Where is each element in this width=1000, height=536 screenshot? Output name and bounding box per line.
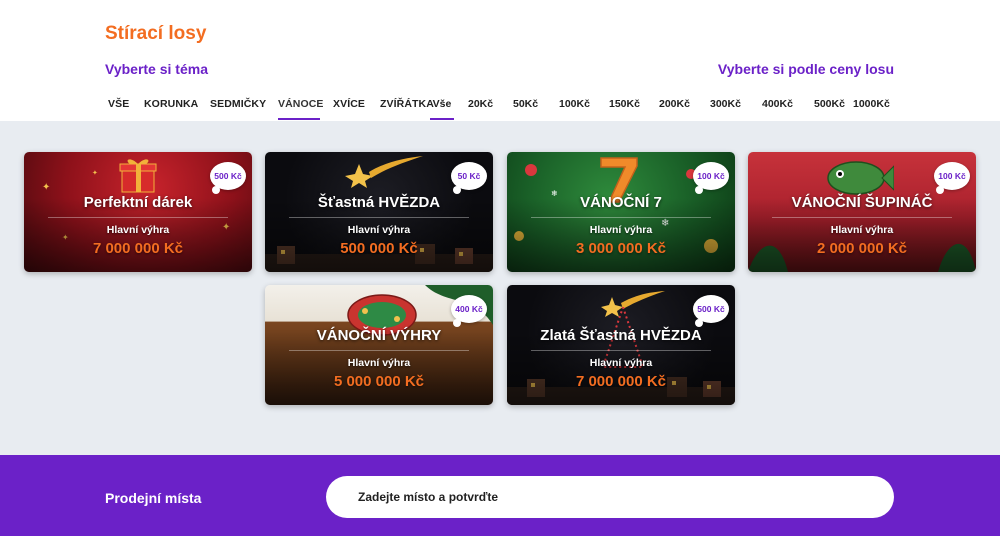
ticket-card-vanocni-supinac[interactable]: VÁNOČNÍ ŠUPINÁČ Hlavní výhra 2 000 000 K…: [748, 152, 976, 272]
location-search-input[interactable]: [326, 476, 894, 518]
ticket-card-zlata-stastna-hvezda[interactable]: Zlatá Šťastná HVĚZDA Hlavní výhra 7 000 …: [507, 285, 735, 405]
price-tab-50[interactable]: 50Kč: [513, 98, 538, 120]
price-tab-100[interactable]: 100Kč: [559, 98, 590, 120]
tab-vanoce[interactable]: VÁNOCE: [278, 98, 323, 120]
tab-xvice[interactable]: XVÍCE: [333, 98, 365, 120]
prize-label: Hlavní výhra: [106, 224, 170, 236]
price-badge: 500 Kč: [210, 162, 246, 194]
svg-text:✦: ✦: [92, 169, 98, 177]
prize-label: Hlavní výhra: [589, 224, 653, 236]
card-title: Perfektní dárek: [83, 194, 193, 211]
price-tab-1000[interactable]: 1000Kč: [853, 98, 890, 120]
svg-text:✦: ✦: [42, 182, 50, 193]
price-badge: 400 Kč: [451, 295, 487, 327]
carp-fish-icon: [827, 161, 894, 195]
card-title: VÁNOČNÍ VÝHRY: [316, 327, 442, 344]
price-tab-all[interactable]: Vše: [430, 98, 454, 120]
theme-heading: Vyberte si téma: [105, 61, 208, 77]
prize-value: 7 000 000 Kč: [92, 240, 184, 257]
shooting-star-icon: [345, 156, 423, 188]
header: Stírací losy Vyberte si téma Vyberte si …: [0, 0, 1000, 121]
ticket-card-vanocni-vyhry[interactable]: VÁNOČNÍ VÝHRY Hlavní výhra 5 000 000 Kč …: [265, 285, 493, 405]
tab-zviratka[interactable]: ZVÍŘÁTKA: [380, 98, 434, 120]
card-divider: [531, 217, 711, 218]
tab-sedmicky[interactable]: SEDMIČKY: [210, 98, 266, 120]
prize-label: Hlavní výhra: [347, 357, 411, 369]
prize-value: 5 000 000 Kč: [333, 373, 425, 390]
prize-value: 500 000 Kč: [340, 240, 418, 257]
ticket-card-vanocni-7[interactable]: ❄ ❄ VÁNOČNÍ 7 Hlavní výhra 3 000 000 Kč …: [507, 152, 735, 272]
price-heading: Vyberte si podle ceny losu: [717, 61, 894, 77]
prize-value: 7 000 000 Kč: [575, 373, 667, 390]
price-tab-300[interactable]: 300Kč: [710, 98, 741, 120]
prize-value: 3 000 000 Kč: [575, 240, 667, 257]
price-badge: 50 Kč: [451, 162, 487, 194]
prize-label: Hlavní výhra: [830, 224, 894, 236]
card-title: VÁNOČNÍ ŠUPINÁČ: [791, 194, 933, 211]
price-badge: 100 Kč: [934, 162, 970, 194]
page-title: Stírací losy: [105, 23, 207, 44]
prize-label: Hlavní výhra: [347, 224, 411, 236]
price-tab-400[interactable]: 400Kč: [762, 98, 793, 120]
ticket-grid: ✦ ✦ ✦ ✦ ✦ Perfektní dárek Hlavní výhra 7…: [0, 121, 1000, 455]
price-tab-150[interactable]: 150Kč: [609, 98, 640, 120]
sales-points-label: Prodejní místa: [105, 490, 202, 506]
card-divider: [48, 217, 228, 218]
card-title: Zlatá Šťastná HVĚZDA: [540, 327, 702, 344]
ticket-card-perfektni-darek[interactable]: ✦ ✦ ✦ ✦ ✦ Perfektní dárek Hlavní výhra 7…: [24, 152, 252, 272]
tab-vse[interactable]: VŠE: [108, 98, 129, 120]
filter-tabs: VŠE KORUNKA SEDMIČKY VÁNOCE XVÍCE ZVÍŘÁT…: [0, 98, 1000, 122]
card-divider: [289, 350, 469, 351]
card-divider: [531, 350, 711, 351]
footer: Prodejní místa: [0, 455, 1000, 536]
price-tab-500[interactable]: 500Kč: [814, 98, 845, 120]
card-title: VÁNOČNÍ 7: [580, 194, 662, 211]
price-tab-20[interactable]: 20Kč: [468, 98, 493, 120]
prize-value: 2 000 000 Kč: [816, 240, 908, 257]
prize-label: Hlavní výhra: [589, 357, 653, 369]
card-title: Šťastná HVĚZDA: [317, 194, 441, 211]
price-tab-200[interactable]: 200Kč: [659, 98, 690, 120]
tab-korunka[interactable]: KORUNKA: [144, 98, 198, 120]
price-badge: 500 Kč: [693, 295, 729, 327]
price-badge: 100 Kč: [693, 162, 729, 194]
ticket-card-stastna-hvezda[interactable]: Šťastná HVĚZDA Hlavní výhra 500 000 Kč 5…: [265, 152, 493, 272]
card-divider: [289, 217, 469, 218]
card-divider: [772, 217, 952, 218]
